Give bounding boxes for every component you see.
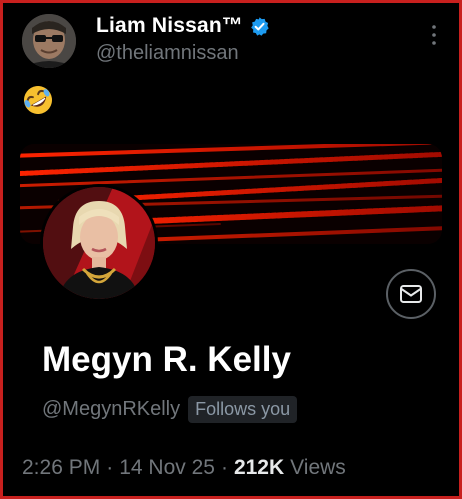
tweet-meta: 2:26 PM · 14 Nov 25 · 212K Views bbox=[22, 456, 346, 480]
profile-card[interactable]: Megyn R. Kelly @MegynRKelly Follows you bbox=[20, 144, 442, 464]
profile-avatar[interactable] bbox=[40, 184, 158, 302]
envelope-icon bbox=[400, 285, 422, 303]
author-handle[interactable]: @theliamnissan bbox=[96, 42, 239, 65]
views-count: 212K bbox=[233, 456, 285, 479]
meta-separator: · bbox=[106, 456, 114, 479]
views-label: Views bbox=[290, 456, 346, 479]
message-button[interactable] bbox=[386, 269, 436, 319]
profile-display-name[interactable]: Megyn R. Kelly bbox=[42, 340, 291, 380]
meta-separator: · bbox=[220, 456, 228, 479]
verified-badge-icon bbox=[251, 16, 269, 36]
tweet-date[interactable]: 14 Nov 25 bbox=[119, 456, 215, 480]
rolling-on-floor-laughing-emoji bbox=[24, 85, 52, 114]
tweet-time[interactable]: 2:26 PM bbox=[22, 456, 100, 480]
author-avatar[interactable] bbox=[22, 14, 76, 68]
profile-handle-row: @MegynRKelly Follows you bbox=[42, 396, 298, 423]
follows-you-badge: Follows you bbox=[188, 396, 298, 423]
more-options-icon[interactable] bbox=[430, 24, 438, 46]
profile-handle[interactable]: @MegynRKelly bbox=[42, 398, 180, 421]
author-name-row[interactable]: Liam Nissan™ bbox=[96, 14, 270, 38]
author-display-name[interactable]: Liam Nissan™ bbox=[96, 14, 243, 38]
